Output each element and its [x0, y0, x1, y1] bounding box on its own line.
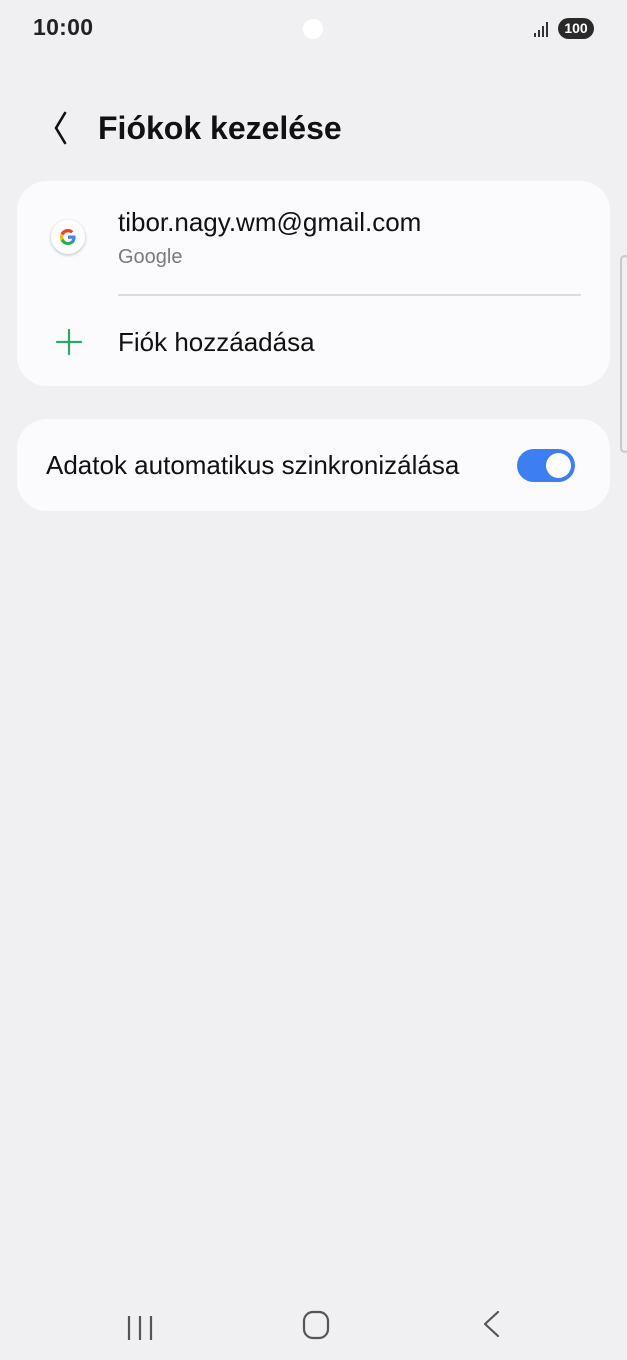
navigation-bar — [0, 1290, 627, 1360]
account-email: tibor.nagy.wm@gmail.com — [118, 207, 422, 237]
home-icon[interactable] — [294, 1304, 338, 1348]
app-header: Fiókok kezelése — [0, 100, 627, 160]
chevron-left-icon[interactable] — [38, 106, 82, 150]
add-account-button[interactable]: Fiók hozzáadása — [17, 296, 610, 386]
account-item-google[interactable]: tibor.nagy.wm@gmail.com Google — [17, 181, 610, 293]
auto-sync-toggle[interactable] — [517, 449, 575, 482]
recent-apps-icon[interactable] — [120, 1306, 160, 1346]
signal-bars-icon — [534, 22, 548, 37]
status-time: 10:00 — [33, 14, 94, 40]
auto-sync-label: Adatok automatikus szinkronizálása — [46, 450, 460, 480]
google-logo-icon — [51, 220, 85, 254]
auto-sync-card[interactable]: Adatok automatikus szinkronizálása — [17, 419, 610, 511]
toggle-knob — [546, 453, 571, 478]
accounts-card: tibor.nagy.wm@gmail.com Google Fiók hozz… — [17, 181, 610, 386]
add-account-label: Fiók hozzáadása — [118, 327, 315, 357]
page-title: Fiókok kezelése — [98, 110, 342, 146]
back-icon[interactable] — [472, 1304, 512, 1348]
account-type: Google — [118, 246, 183, 268]
status-bar: 10:00 100 — [0, 0, 627, 60]
scrollbar[interactable] — [620, 255, 627, 453]
camera-cutout — [303, 19, 323, 39]
battery-indicator: 100 — [558, 18, 594, 39]
plus-icon — [55, 328, 83, 356]
